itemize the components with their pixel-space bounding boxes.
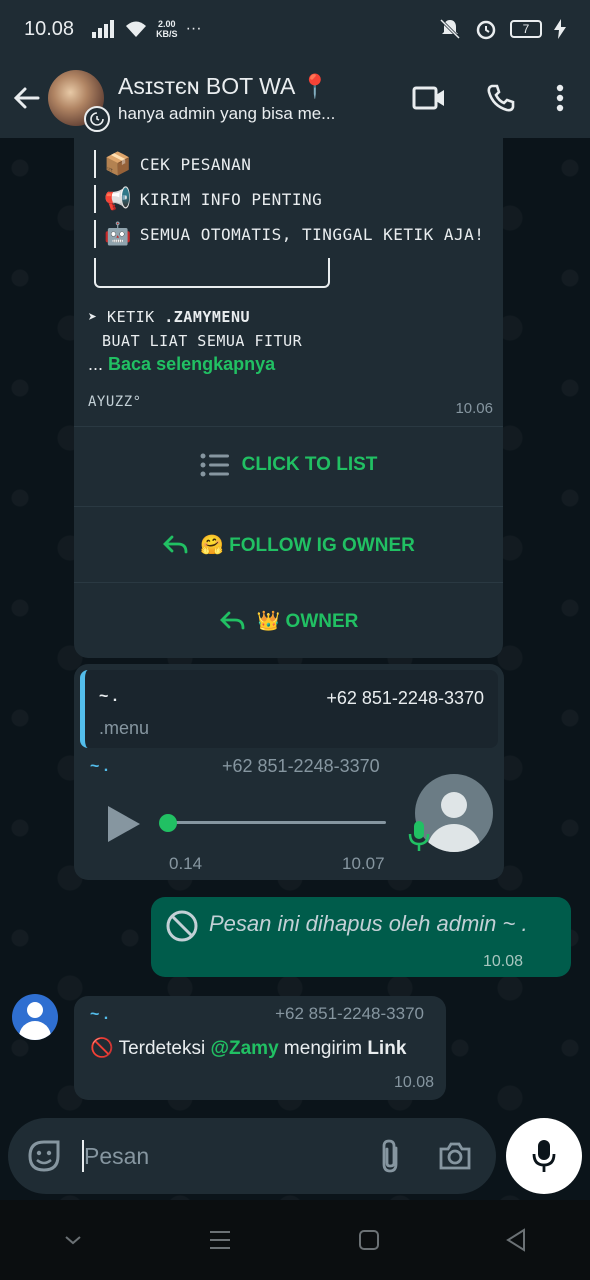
message-time: 10.08 — [393, 1074, 434, 1091]
attach-icon[interactable] — [378, 1138, 404, 1174]
voice-sender: ~ . — [90, 758, 109, 775]
bot-menu-message[interactable]: 📦 CEK PESANAN 📢 KIRIM INFO PENTING 🤖 SEM… — [74, 138, 503, 658]
owner-button[interactable]: 👑 OWNER — [74, 582, 503, 658]
follow-ig-owner-button[interactable]: 🤗 FOLLOW IG OWNER — [74, 506, 503, 582]
voice-sender-phone: +62 851-2248-3370 — [222, 756, 380, 776]
more-indicator: ··· — [185, 20, 202, 37]
status-time: 10.08 — [24, 17, 75, 40]
list-icon — [200, 453, 229, 476]
video-call-icon[interactable] — [412, 85, 446, 111]
mention-link[interactable]: @Zamy — [210, 1038, 278, 1059]
deleted-text: Pesan ini dihapus oleh admin ~ . — [209, 911, 528, 936]
back-button[interactable] — [12, 78, 44, 118]
sticker-icon[interactable] — [26, 1138, 62, 1174]
reply-icon — [219, 611, 245, 629]
owner-label: 👑 OWNER — [256, 610, 359, 632]
more-options-icon[interactable] — [556, 84, 564, 112]
chevron-down-icon[interactable] — [63, 1234, 83, 1246]
chat-title: Asɪsтєɴ BOT WA 📍 — [118, 72, 330, 99]
message-sender-phone: +62 851-2248-3370 — [275, 1004, 424, 1023]
net-speed: 2.00 KB/S — [156, 19, 178, 39]
message-text-bold: Link — [367, 1038, 407, 1059]
sender-avatar[interactable] — [12, 994, 58, 1040]
deleted-icon — [166, 910, 198, 942]
robot-icon: 🤖 — [104, 221, 132, 247]
message-footer: AYUZZ° — [88, 394, 142, 410]
audio-progress-knob[interactable] — [159, 814, 177, 832]
battery-level: 7 — [522, 22, 530, 36]
message-time: 10.06 — [455, 400, 493, 417]
recents-icon[interactable] — [208, 1229, 232, 1251]
message-sender: ~ . — [90, 1006, 109, 1023]
quoted-message[interactable]: ~ . +62 851-2248-3370 .menu — [80, 670, 498, 748]
menu-item-label: KIRIM INFO PENTING — [139, 189, 323, 209]
reply-icon — [163, 535, 188, 553]
ellipsis: ... — [88, 354, 104, 374]
menu-item-label: SEMUA OTOMATIS, TINGGAL KETIK AJA! — [139, 224, 485, 244]
disappearing-timer-icon — [84, 106, 110, 132]
chat-subtitle: hanya admin yang bisa me... — [118, 103, 336, 123]
voice-duration: 0.14 — [169, 854, 203, 873]
voice-time: 10.07 — [342, 854, 385, 873]
group-avatar[interactable] — [48, 70, 110, 132]
back-arrow-icon — [13, 87, 40, 109]
message-composer: Pesan — [8, 1118, 496, 1194]
ketik-line: ➤ KETIK .ZAMYMENU — [88, 308, 250, 326]
menu-item-label: CEK PESANAN — [139, 154, 252, 174]
voice-call-icon[interactable] — [486, 83, 516, 113]
message-input[interactable]: Pesan — [84, 1143, 378, 1170]
chat-area[interactable]: 📦 CEK PESANAN 📢 KIRIM INFO PENTING 🤖 SEM… — [0, 138, 590, 1200]
signal-icon — [92, 20, 115, 38]
mic-icon — [408, 821, 430, 851]
mute-bell-icon — [439, 18, 461, 40]
net-speed-unit: KB/S — [156, 29, 178, 39]
chat-header: Asɪsтєɴ BOT WA 📍 hanya admin yang bisa m… — [0, 58, 590, 138]
message-text-prefix: 🚫 Terdeteksi — [90, 1038, 211, 1059]
quoted-sender: ~ . — [99, 688, 118, 705]
chat-title-block[interactable]: Asɪsтєɴ BOT WA 📍 hanya admin yang bisa m… — [118, 73, 378, 124]
menu-item: 🤖 SEMUA OTOMATIS, TINGGAL KETIK AJA! — [94, 220, 484, 248]
voice-record-button[interactable] — [506, 1118, 582, 1194]
menu-item: 📢 KIRIM INFO PENTING — [94, 185, 322, 213]
deleted-time: 10.08 — [482, 953, 523, 970]
alarm-icon — [476, 20, 496, 40]
package-icon: 📦 — [104, 151, 132, 177]
click-to-list-label: CLICK TO LIST — [241, 453, 378, 475]
mic-icon — [532, 1140, 556, 1172]
menu-item: 📦 CEK PESANAN — [94, 150, 251, 178]
home-icon[interactable] — [358, 1229, 380, 1251]
follow-ig-owner-label: 🤗 FOLLOW IG OWNER — [200, 534, 415, 556]
megaphone-icon: 📢 — [104, 186, 132, 212]
message-text: 🚫 Terdeteksi @Zamy mengirim Link — [90, 1036, 406, 1060]
click-to-list-button[interactable]: CLICK TO LIST — [74, 426, 503, 502]
message-text-middle: mengirim — [278, 1038, 368, 1059]
deleted-message[interactable]: Pesan ini dihapus oleh admin ~ . 10.08 — [151, 897, 571, 977]
system-nav-bar — [0, 1200, 590, 1280]
read-more-line: ... Baca selengkapnya — [88, 354, 275, 375]
back-nav-icon[interactable] — [505, 1228, 527, 1252]
play-icon[interactable] — [106, 804, 142, 844]
wifi-icon — [126, 21, 147, 37]
read-more-link[interactable]: Baca selengkapnya — [108, 354, 275, 374]
status-bar: 10.08 2.00 KB/S ··· 7 — [0, 0, 590, 58]
buat-liat-line: BUAT LIAT SEMUA FITUR — [102, 332, 303, 350]
camera-icon[interactable] — [438, 1141, 472, 1171]
battery-icon: 7 — [510, 20, 542, 38]
ketik-command: .ZAMYMENU — [164, 308, 251, 326]
ketik-prefix: ➤ KETIK — [88, 308, 165, 326]
quoted-phone: +62 851-2248-3370 — [326, 688, 484, 708]
voice-message[interactable]: ~ . +62 851-2248-3370 .menu ~ . +62 851-… — [74, 664, 504, 880]
net-speed-value: 2.00 — [158, 19, 176, 29]
link-warning-message[interactable]: ~ . +62 851-2248-3370 🚫 Terdeteksi @Zamy… — [74, 996, 446, 1100]
charging-icon — [554, 19, 566, 39]
menu-box-border — [94, 258, 330, 288]
audio-progress-track[interactable] — [170, 821, 386, 824]
quoted-text: .menu — [99, 718, 150, 738]
